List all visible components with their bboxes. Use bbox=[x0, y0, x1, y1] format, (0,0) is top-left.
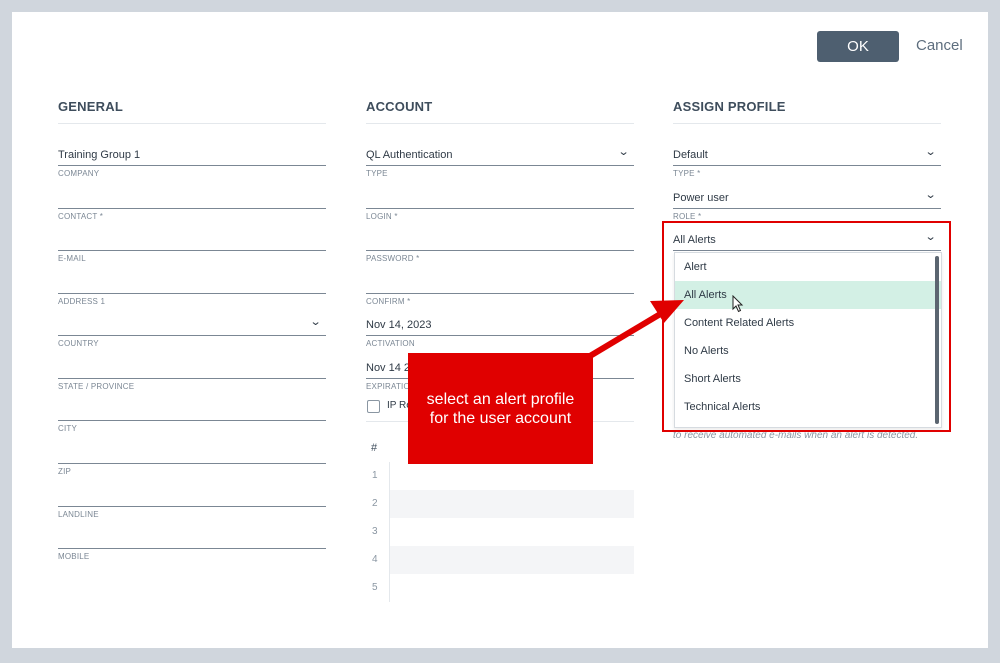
ip-table: 1 2 3 4 5 bbox=[366, 462, 634, 602]
mobile-field[interactable]: MOBILE bbox=[58, 524, 326, 566]
assign-profile-section-title: ASSIGN PROFILE bbox=[673, 99, 941, 124]
chevron-down-icon: ⌄ bbox=[309, 316, 322, 328]
company-field[interactable]: Training Group 1 COMPANY bbox=[58, 141, 326, 183]
table-row: 5 bbox=[372, 582, 378, 593]
ok-button[interactable]: OK bbox=[817, 31, 899, 62]
email-field[interactable]: E-MAIL bbox=[58, 226, 326, 268]
role-select[interactable]: Power user ⌄ ROLE * bbox=[673, 184, 941, 226]
callout-annotation: select an alert profile for the user acc… bbox=[408, 353, 593, 464]
activation-field[interactable]: Nov 14, 2023 ACTIVATION bbox=[366, 311, 634, 353]
ip-restriction-checkbox[interactable] bbox=[367, 400, 380, 413]
landline-field[interactable]: LANDLINE bbox=[58, 482, 326, 524]
contact-field[interactable]: CONTACT * bbox=[58, 184, 326, 226]
highlight-box bbox=[662, 221, 951, 432]
table-column-divider bbox=[389, 462, 390, 602]
account-type-select[interactable]: QL Authentication ⌄ TYPE bbox=[366, 141, 634, 183]
state-field[interactable]: STATE / PROVINCE bbox=[58, 354, 326, 396]
password-field[interactable]: PASSWORD * bbox=[366, 226, 634, 268]
confirm-field[interactable]: CONFIRM * bbox=[366, 269, 634, 311]
cancel-button[interactable]: Cancel bbox=[916, 37, 963, 54]
user-account-dialog: OK Cancel GENERAL Training Group 1 COMPAN… bbox=[12, 12, 988, 648]
table-row: 2 bbox=[366, 490, 634, 518]
table-row: 3 bbox=[372, 526, 378, 537]
address1-field[interactable]: ADDRESS 1 bbox=[58, 269, 326, 311]
table-header-number: # bbox=[371, 442, 378, 454]
account-section-title: ACCOUNT bbox=[366, 99, 634, 124]
city-field[interactable]: CITY bbox=[58, 396, 326, 438]
profile-type-select[interactable]: Default ⌄ TYPE * bbox=[673, 141, 941, 183]
chevron-down-icon: ⌄ bbox=[924, 146, 937, 158]
country-select[interactable]: ⌄ COUNTRY bbox=[58, 311, 326, 353]
login-field[interactable]: LOGIN * bbox=[366, 184, 634, 226]
table-row: 4 bbox=[366, 546, 634, 574]
general-section-title: GENERAL bbox=[58, 99, 326, 124]
chevron-down-icon: ⌄ bbox=[617, 146, 630, 158]
table-row: 1 bbox=[372, 470, 378, 481]
chevron-down-icon: ⌄ bbox=[924, 189, 937, 201]
zip-field[interactable]: ZIP bbox=[58, 439, 326, 481]
